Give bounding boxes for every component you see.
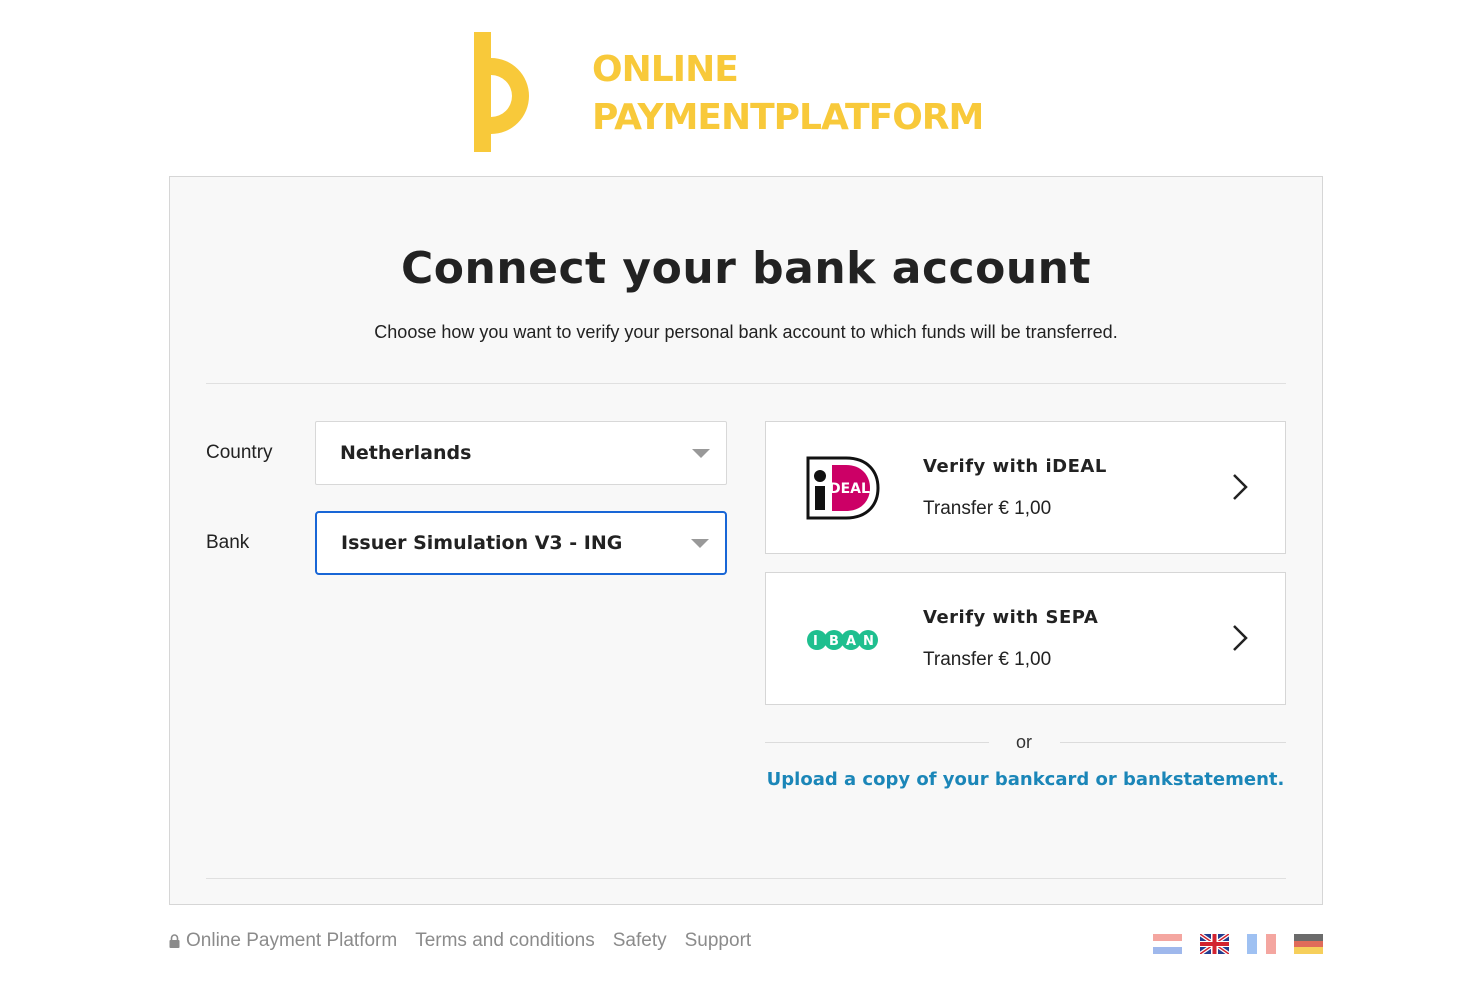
language-switcher [1153, 934, 1323, 954]
page-subtitle: Choose how you want to verify your perso… [374, 322, 1118, 342]
sepa-option-title: Verify with SEPA [923, 607, 1099, 628]
chevron-right-icon [1233, 474, 1248, 500]
bank-select-value: Issuer Simulation V3 - ING [341, 532, 623, 554]
chevron-right-icon [1233, 625, 1248, 651]
lock-icon [169, 934, 180, 948]
footer-support-link[interactable]: Support [685, 930, 752, 952]
footer-safety-link[interactable]: Safety [613, 930, 667, 952]
svg-text:I: I [813, 634, 818, 649]
nl-flag-icon[interactable] [1153, 934, 1182, 954]
chevron-down-icon [691, 539, 709, 548]
country-select[interactable]: Netherlands [315, 421, 727, 485]
svg-text:N: N [863, 634, 874, 649]
footer: Online Payment Platform Terms and condit… [169, 930, 769, 952]
country-select-value: Netherlands [340, 442, 472, 464]
de-flag-icon[interactable] [1294, 934, 1323, 954]
ideal-option-title: Verify with iDEAL [923, 456, 1107, 477]
divider-top [206, 383, 1286, 384]
page-title: Connect your bank account [400, 243, 1092, 294]
or-divider-left [765, 742, 989, 743]
footer-terms-link[interactable]: Terms and conditions [415, 930, 595, 952]
verify-ideal-option[interactable]: DEAL Verify with iDEAL Transfer € 1,00 [765, 421, 1286, 554]
brand-line-1: ONLINE [592, 49, 739, 90]
iban-logo-icon: I B A N [807, 630, 878, 650]
svg-text:DEAL: DEAL [829, 481, 870, 497]
divider-bottom [206, 878, 1286, 879]
brand-logo: ONLINE PAYMENTPLATFORM [472, 30, 1032, 154]
svg-text:A: A [846, 634, 856, 649]
verify-sepa-option[interactable]: I B A N Verify with SEPA Transfer € 1,00 [765, 572, 1286, 705]
upload-bankcard-link[interactable]: Upload a copy of your bankcard or bankst… [765, 769, 1286, 790]
chevron-down-icon [692, 449, 710, 458]
ideal-option-amount: Transfer € 1,00 [923, 498, 1052, 519]
country-label: Country [206, 442, 273, 463]
bank-label: Bank [206, 532, 250, 553]
sepa-option-amount: Transfer € 1,00 [923, 649, 1052, 670]
footer-brand-link[interactable]: Online Payment Platform [186, 930, 397, 952]
bank-select[interactable]: Issuer Simulation V3 - ING [315, 511, 727, 575]
or-separator: or [1016, 732, 1033, 752]
fr-flag-icon[interactable] [1247, 934, 1276, 954]
uk-flag-icon[interactable] [1200, 934, 1229, 954]
brand-mark-icon [474, 32, 529, 152]
ideal-logo-icon: DEAL [806, 456, 880, 520]
brand-line-2: PAYMENTPLATFORM [592, 97, 984, 138]
or-divider-right [1060, 742, 1286, 743]
svg-text:B: B [829, 634, 839, 649]
connect-bank-card: Connect your bank account Choose how you… [169, 176, 1323, 905]
